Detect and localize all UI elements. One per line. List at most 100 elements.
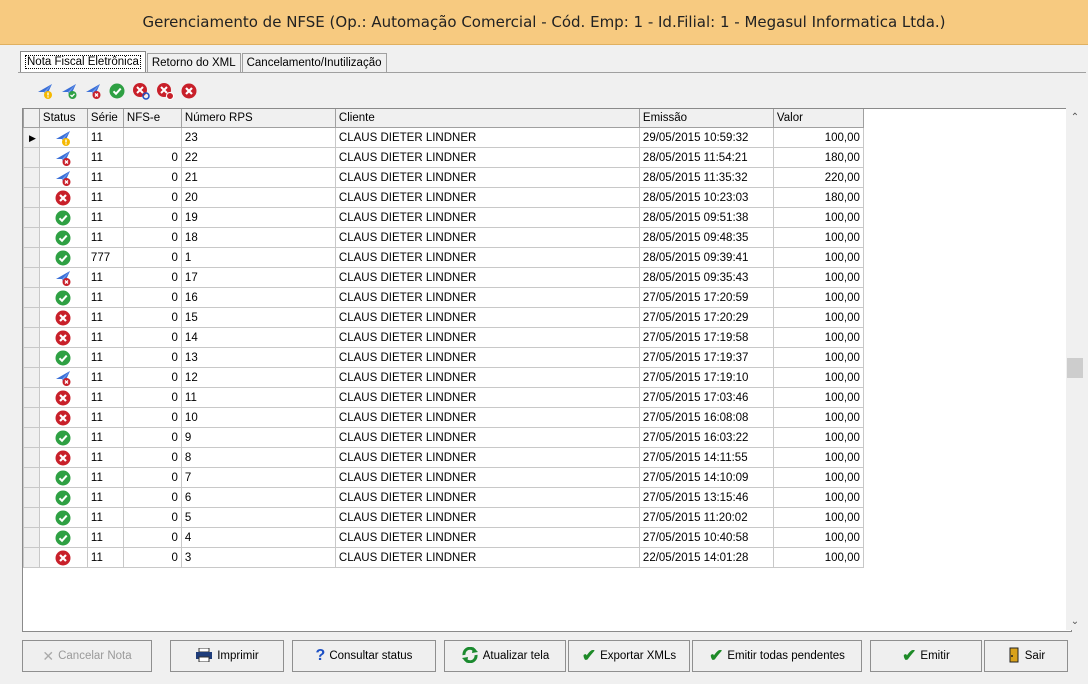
row-indicator[interactable] [23,227,40,248]
emissao-cell[interactable]: 22/05/2015 14:01:28 [638,547,774,568]
emissao-cell[interactable]: 28/05/2015 11:54:21 [638,147,774,168]
rps-cell[interactable]: 19 [180,207,336,228]
cliente-cell[interactable]: CLAUS DIETER LINDNER [334,167,640,188]
cliente-cell[interactable]: CLAUS DIETER LINDNER [334,187,640,208]
status-cell[interactable] [38,487,88,508]
cliente-cell[interactable]: CLAUS DIETER LINDNER [334,387,640,408]
serie-cell[interactable]: 11 [86,487,124,508]
status-cell[interactable] [38,447,88,468]
table-row[interactable]: 11 0 11 CLAUS DIETER LINDNER 27/05/2015 17:0… [23,387,864,408]
rps-cell[interactable]: 4 [180,527,336,548]
table-row[interactable]: 11 0 3 CLAUS DIETER LINDNER 22/05/2015 14:01… [23,547,864,568]
status-cell[interactable] [38,247,88,268]
serie-cell[interactable]: 11 [86,347,124,368]
error-delete-icon[interactable] [156,82,174,100]
column-header-rps[interactable]: Número RPS [180,109,336,128]
emissao-cell[interactable]: 28/05/2015 09:39:41 [638,247,774,268]
row-indicator[interactable] [23,507,40,528]
cliente-cell[interactable]: CLAUS DIETER LINDNER [334,467,640,488]
status-cell[interactable] [38,507,88,528]
serie-cell[interactable]: 11 [86,467,124,488]
nfse-cell[interactable]: 0 [122,487,182,508]
table-row[interactable]: 11 0 16 CLAUS DIETER LINDNER 27/05/2015 17:2… [23,287,864,308]
status-cell[interactable] [38,207,88,228]
rps-cell[interactable]: 12 [180,367,336,388]
table-row[interactable]: 11 0 5 CLAUS DIETER LINDNER 27/05/2015 11:20… [23,507,864,528]
valor-cell[interactable]: 100,00 [772,467,864,488]
status-cell[interactable] [38,307,88,328]
table-row[interactable]: 11 0 20 CLAUS DIETER LINDNER 28/05/2015 10:2… [23,187,864,208]
serie-cell[interactable]: 11 [86,167,124,188]
error-circle-icon[interactable] [180,82,198,100]
consultar-status-button[interactable]: ? Consultar status [292,640,436,672]
row-indicator[interactable] [23,347,40,368]
rps-cell[interactable]: 15 [180,307,336,328]
column-header-cliente[interactable]: Cliente [334,109,640,128]
valor-cell[interactable]: 100,00 [772,367,864,388]
valor-cell[interactable]: 100,00 [772,327,864,348]
emissao-cell[interactable]: 27/05/2015 17:19:58 [638,327,774,348]
emissao-cell[interactable]: 28/05/2015 09:35:43 [638,267,774,288]
row-indicator[interactable] [23,287,40,308]
valor-cell[interactable]: 100,00 [772,347,864,368]
column-header-valor[interactable]: Valor [772,109,864,128]
serie-cell[interactable]: 11 [86,527,124,548]
scroll-thumb[interactable] [1067,358,1083,378]
nfse-cell[interactable]: 0 [122,307,182,328]
serie-cell[interactable]: 11 [86,427,124,448]
rps-cell[interactable]: 17 [180,267,336,288]
table-row[interactable]: 11 0 22 CLAUS DIETER LINDNER 28/05/2015 11:5… [23,147,864,168]
status-cell[interactable] [38,467,88,488]
rps-cell[interactable]: 16 [180,287,336,308]
serie-cell[interactable]: 11 [86,267,124,288]
cliente-cell[interactable]: CLAUS DIETER LINDNER [334,447,640,468]
valor-cell[interactable]: 100,00 [772,387,864,408]
serie-cell[interactable]: 11 [86,447,124,468]
column-header-serie[interactable]: Série [86,109,124,128]
status-cell[interactable] [38,227,88,248]
row-indicator[interactable] [23,407,40,428]
cliente-cell[interactable]: CLAUS DIETER LINDNER [334,507,640,528]
cliente-cell[interactable]: CLAUS DIETER LINDNER [334,247,640,268]
valor-cell[interactable]: 100,00 [772,227,864,248]
row-indicator[interactable] [23,327,40,348]
row-indicator[interactable] [23,307,40,328]
cancelar-nota-button[interactable]: ✕ Cancelar Nota [22,640,152,672]
cliente-cell[interactable]: CLAUS DIETER LINDNER [334,347,640,368]
emissao-cell[interactable]: 27/05/2015 14:11:55 [638,447,774,468]
rps-cell[interactable]: 6 [180,487,336,508]
row-indicator[interactable] [23,247,40,268]
emissao-cell[interactable]: 27/05/2015 17:20:29 [638,307,774,328]
column-header-status[interactable]: Status [38,109,88,128]
valor-cell[interactable]: 100,00 [772,287,864,308]
emissao-cell[interactable]: 27/05/2015 16:08:08 [638,407,774,428]
rps-cell[interactable]: 14 [180,327,336,348]
row-indicator[interactable] [23,147,40,168]
rps-cell[interactable]: 3 [180,547,336,568]
serie-cell[interactable]: 11 [86,187,124,208]
row-indicator[interactable] [23,187,40,208]
serie-cell[interactable]: 11 [86,227,124,248]
valor-cell[interactable]: 100,00 [772,267,864,288]
status-cell[interactable] [38,147,88,168]
imprimir-button[interactable]: Imprimir [170,640,284,672]
row-indicator[interactable] [23,527,40,548]
row-indicator[interactable] [23,207,40,228]
cliente-cell[interactable]: CLAUS DIETER LINDNER [334,267,640,288]
nfse-cell[interactable]: 0 [122,267,182,288]
emissao-cell[interactable]: 28/05/2015 11:35:32 [638,167,774,188]
nfse-cell[interactable]: 0 [122,247,182,268]
emissao-cell[interactable]: 29/05/2015 10:59:32 [638,127,774,148]
table-row[interactable]: 11 0 6 CLAUS DIETER LINDNER 27/05/2015 13:15… [23,487,864,508]
plane-ok-icon[interactable] [60,82,78,100]
emissao-cell[interactable]: 27/05/2015 17:03:46 [638,387,774,408]
serie-cell[interactable]: 11 [86,147,124,168]
table-row[interactable]: 11 0 19 CLAUS DIETER LINDNER 28/05/2015 09:5… [23,207,864,228]
status-cell[interactable] [38,407,88,428]
row-indicator[interactable] [23,547,40,568]
serie-cell[interactable]: 11 [86,327,124,348]
table-row[interactable]: ▶ 11 23 CLAUS DIETER LINDNER 29/05/2015 10:5… [23,127,864,148]
cliente-cell[interactable]: CLAUS DIETER LINDNER [334,287,640,308]
valor-cell[interactable]: 100,00 [772,307,864,328]
cliente-cell[interactable]: CLAUS DIETER LINDNER [334,407,640,428]
